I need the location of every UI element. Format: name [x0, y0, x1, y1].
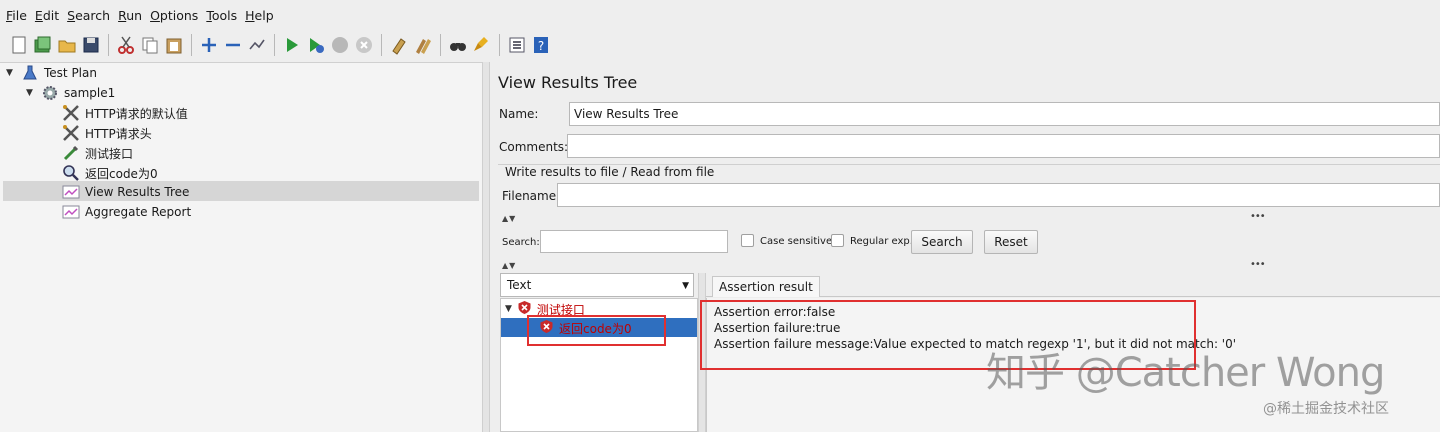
- tree-item-test-api[interactable]: 测试接口: [62, 143, 133, 163]
- search-button[interactable]: Search: [911, 230, 973, 254]
- tree-label: Aggregate Report: [85, 205, 192, 219]
- drag-handle-icon[interactable]: •••: [1250, 211, 1266, 222]
- toolbar-separator: [381, 34, 382, 56]
- menu-edit[interactable]: Edit: [35, 8, 59, 23]
- tab-assertion-result[interactable]: Assertion result: [712, 276, 820, 297]
- chart-icon: [62, 203, 80, 221]
- wrench-icon: [62, 124, 80, 142]
- stop-icon[interactable]: [329, 34, 351, 56]
- case-sensitive-checkbox[interactable]: [741, 234, 754, 247]
- test-plan-tree: ▼ Test Plan ▼ sample1 HTTP请求的默认值 HTTP请求头…: [0, 62, 482, 432]
- watermark-juejin: @稀土掘金技术社区: [1263, 401, 1389, 417]
- case-sensitive-label: Case sensitive: [760, 236, 833, 247]
- menu-file[interactable]: File: [6, 8, 27, 23]
- new-icon[interactable]: [8, 34, 30, 56]
- menu-help[interactable]: Help: [245, 8, 274, 23]
- binoculars-icon[interactable]: [447, 34, 469, 56]
- split-pane-divider[interactable]: [482, 62, 490, 432]
- open-icon[interactable]: [56, 34, 78, 56]
- expand-icon[interactable]: [198, 34, 220, 56]
- comments-label: Comments:: [499, 140, 569, 154]
- copy-icon[interactable]: [139, 34, 161, 56]
- save-icon[interactable]: [80, 34, 102, 56]
- name-field[interactable]: View Results Tree: [569, 102, 1440, 126]
- menu-options[interactable]: Options: [150, 8, 198, 23]
- toolbar-separator: [108, 34, 109, 56]
- renderer-selected: Text: [507, 278, 532, 292]
- filename-field[interactable]: [557, 183, 1440, 207]
- search-label: Search:: [502, 237, 540, 248]
- renderer-select[interactable]: Text ▼: [500, 273, 694, 297]
- wrench-icon: [62, 104, 80, 122]
- search-input[interactable]: [540, 230, 728, 253]
- name-label: Name:: [499, 107, 539, 121]
- paste-icon[interactable]: [163, 34, 185, 56]
- tree-item-http-defaults[interactable]: HTTP请求的默认值: [62, 103, 188, 123]
- result-tabs: Assertion result: [706, 273, 1440, 297]
- templates-icon[interactable]: [32, 34, 54, 56]
- tree-item-test-plan[interactable]: ▼ Test Plan: [6, 63, 97, 83]
- file-group-label: Write results to file / Read from file: [505, 165, 715, 179]
- toolbar-separator: [191, 34, 192, 56]
- regular-exp-label: Regular exp.: [850, 236, 913, 247]
- tree-item-http-header[interactable]: HTTP请求头: [62, 123, 152, 143]
- tree-label: 测试接口: [85, 146, 134, 161]
- magnifier-icon: [62, 164, 80, 182]
- chevron-down-icon[interactable]: ▼: [682, 281, 689, 291]
- toggle-icon[interactable]: [246, 34, 268, 56]
- watermark-zhihu: 知乎 @Catcher Wong: [986, 350, 1385, 396]
- chevron-down-icon[interactable]: ▼: [26, 88, 36, 98]
- tree-item-aggregate-report[interactable]: Aggregate Report: [62, 202, 191, 222]
- menu-tools[interactable]: Tools: [206, 8, 237, 23]
- menu-run[interactable]: Run: [118, 8, 142, 23]
- tree-item-view-results-tree[interactable]: View Results Tree: [62, 182, 189, 202]
- svg-text:?: ?: [538, 39, 544, 53]
- toolbar-separator: [274, 34, 275, 56]
- menu-bar: File Edit Search Run Options Tools Help: [0, 0, 1440, 30]
- filename-label: Filename: [502, 189, 557, 203]
- start-no-pause-icon[interactable]: [305, 34, 327, 56]
- menu-search[interactable]: Search: [67, 8, 110, 23]
- chart-icon: [62, 183, 80, 201]
- tree-label: Test Plan: [44, 66, 97, 80]
- toolbar-separator: [499, 34, 500, 56]
- tree-label: HTTP请求头: [85, 126, 152, 141]
- gear-icon: [41, 84, 59, 102]
- clear-all-icon[interactable]: [412, 34, 434, 56]
- tree-label: sample1: [64, 86, 116, 100]
- tree-label: HTTP请求的默认值: [85, 106, 188, 121]
- pipette-icon: [62, 144, 80, 162]
- toolbar: ?: [0, 30, 1440, 60]
- clear-icon[interactable]: [388, 34, 410, 56]
- tree-label: View Results Tree: [85, 185, 190, 199]
- drag-handle-icon[interactable]: •••: [1250, 259, 1266, 270]
- collapse-arrows-icon[interactable]: ▲▼: [502, 214, 516, 223]
- flask-icon: [21, 64, 39, 82]
- page-title: View Results Tree: [498, 73, 638, 92]
- annotation-box-result: [527, 315, 666, 346]
- chevron-down-icon[interactable]: ▼: [6, 68, 16, 78]
- tree-label: 返回code为0: [85, 166, 158, 181]
- tree-item-thread-group[interactable]: ▼ sample1: [26, 83, 115, 103]
- help-icon[interactable]: ?: [530, 34, 552, 56]
- function-helper-icon[interactable]: [506, 34, 528, 56]
- regular-exp-checkbox[interactable]: [831, 234, 844, 247]
- tree-item-assertion[interactable]: 返回code为0: [62, 163, 158, 183]
- collapse-icon[interactable]: [222, 34, 244, 56]
- shutdown-icon[interactable]: [353, 34, 375, 56]
- start-icon[interactable]: [281, 34, 303, 56]
- collapse-arrows-icon[interactable]: ▲▼: [502, 261, 516, 270]
- broom-icon[interactable]: [471, 34, 493, 56]
- chevron-down-icon[interactable]: ▼: [505, 304, 512, 314]
- cut-icon[interactable]: [115, 34, 137, 56]
- toolbar-separator: [440, 34, 441, 56]
- comments-field[interactable]: [567, 134, 1440, 158]
- reset-button[interactable]: Reset: [984, 230, 1038, 254]
